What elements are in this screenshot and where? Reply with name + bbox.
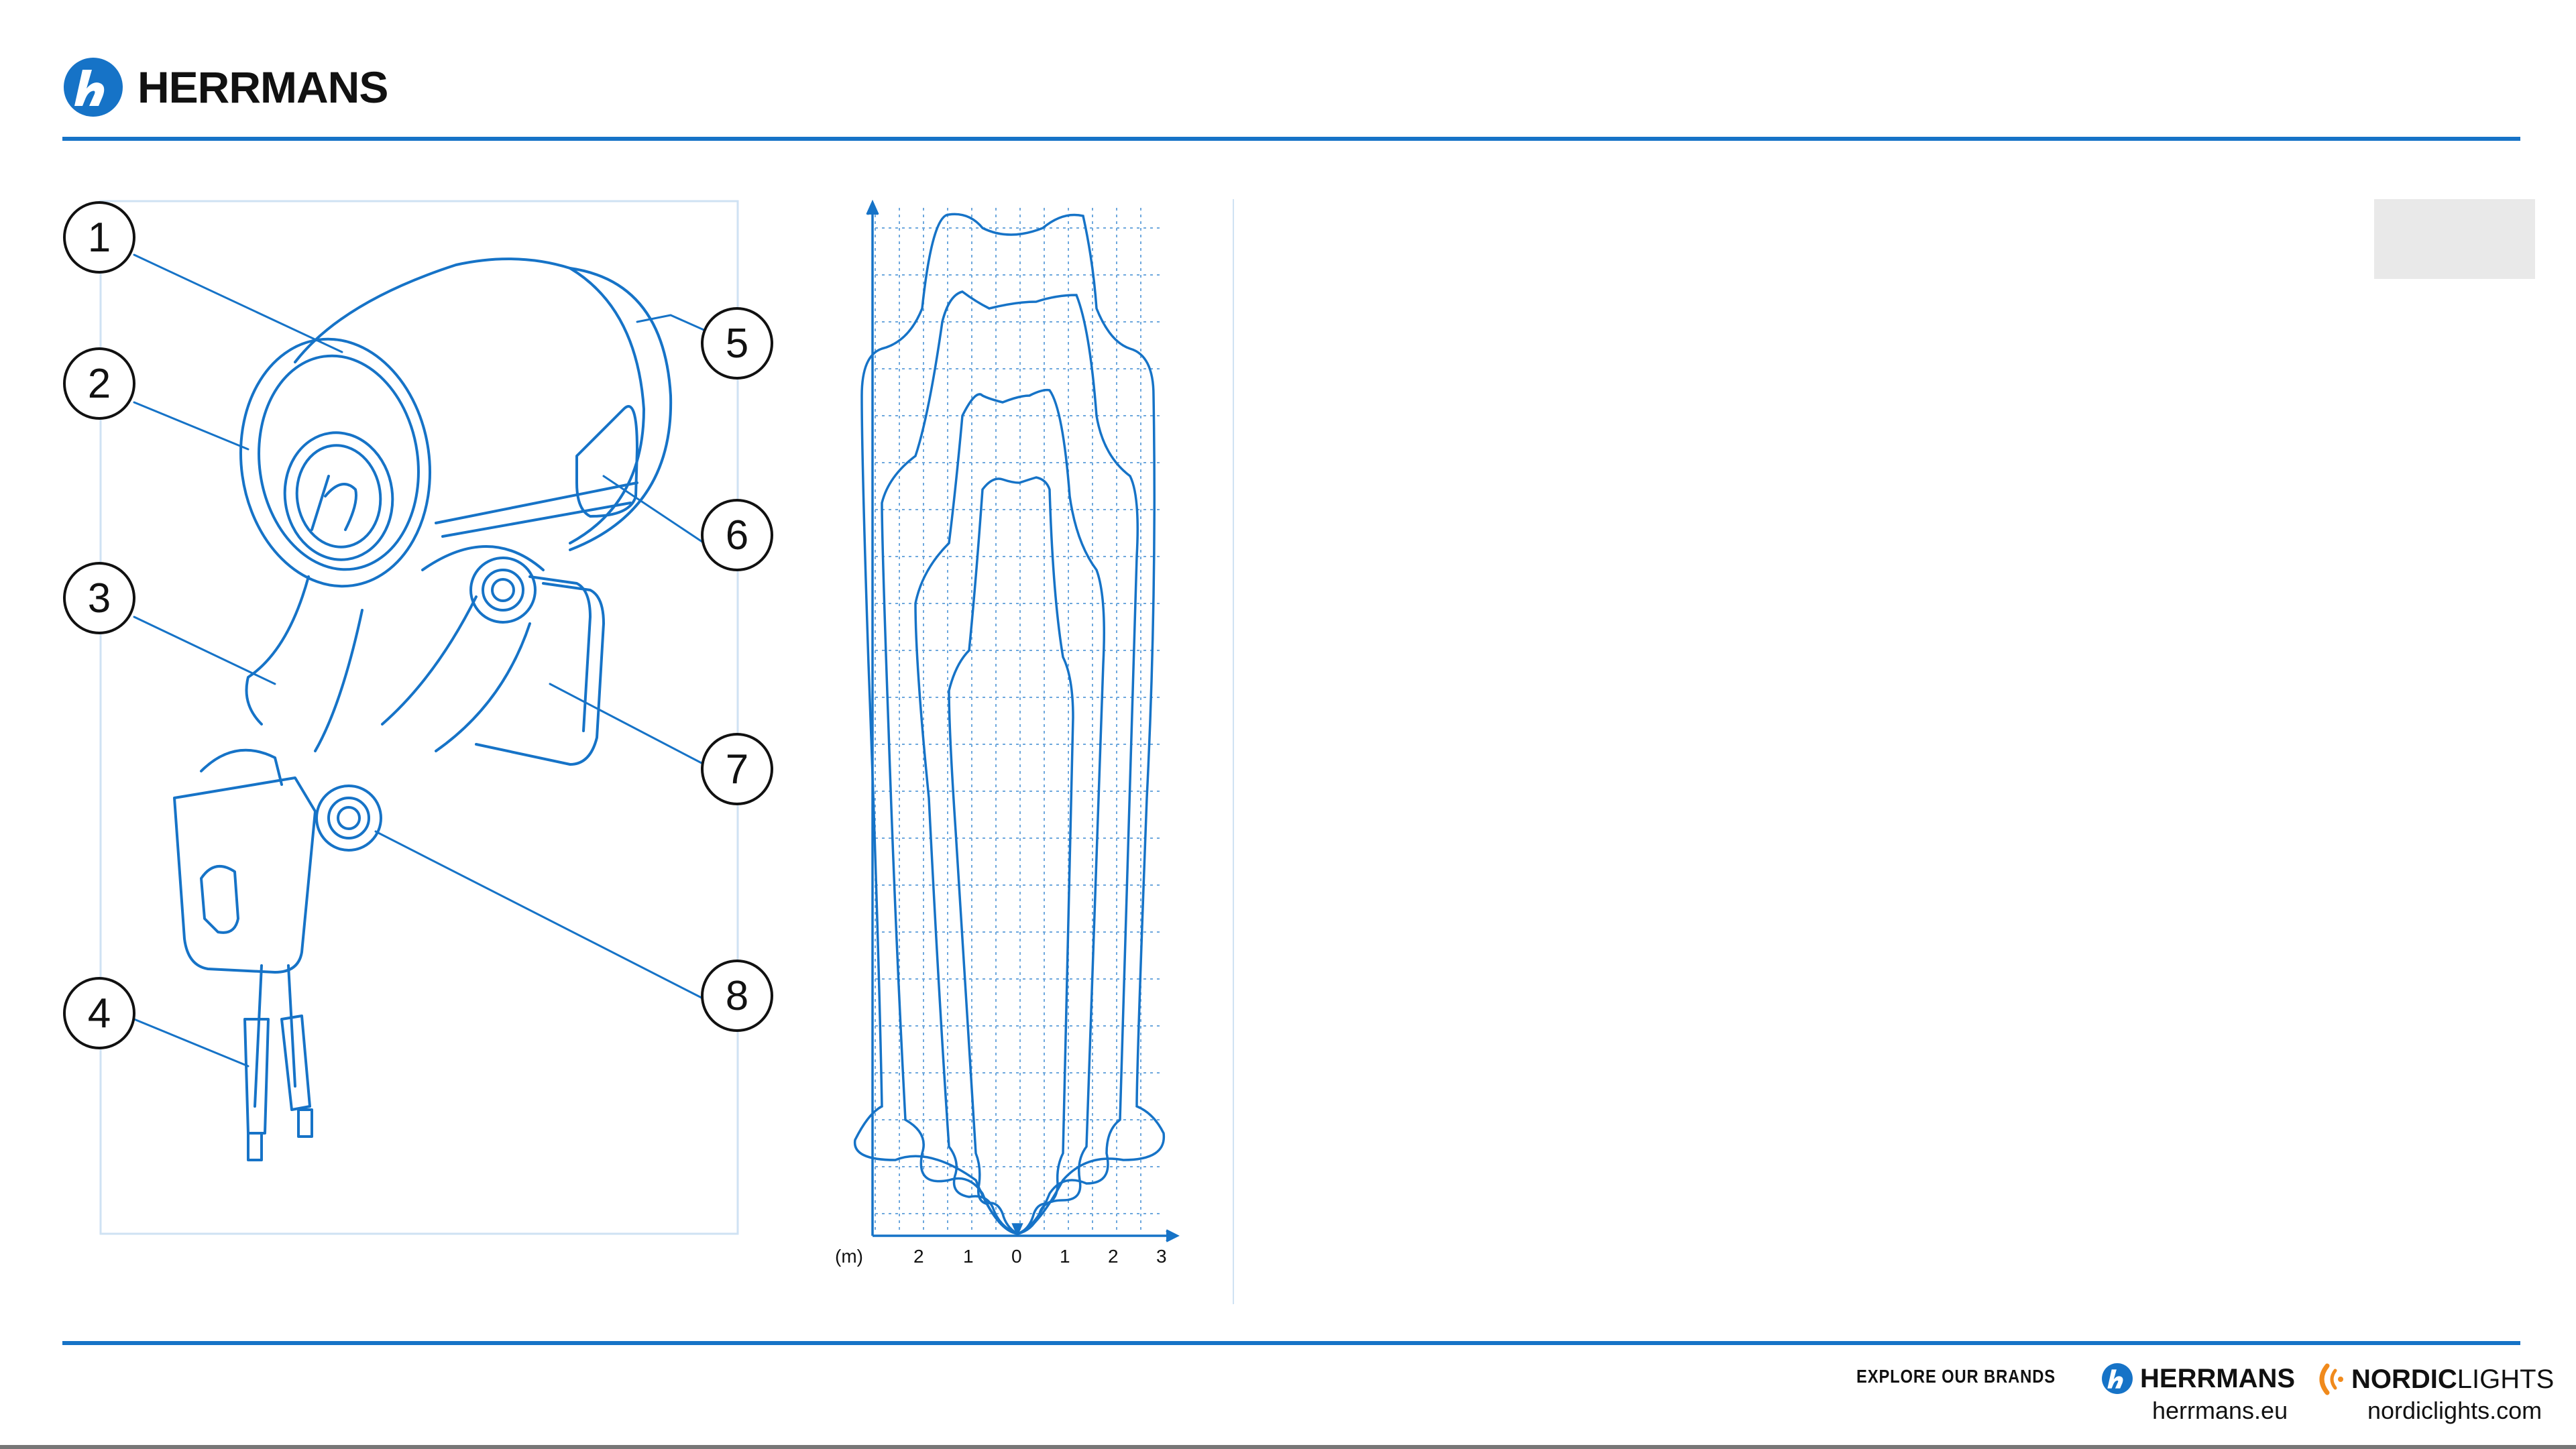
product-diagram	[60, 194, 798, 1240]
herrmans-brand-link[interactable]: HERRMANS	[2101, 1363, 2295, 1395]
grey-tab	[2374, 199, 2535, 279]
herrmans-footer-name: HERRMANS	[2140, 1363, 2296, 1393]
beam-pattern-chart	[853, 199, 1180, 1242]
herrmans-logo-icon	[64, 58, 123, 117]
beam-axes	[866, 199, 1180, 1242]
header-brand[interactable]: HERRMANS	[62, 56, 388, 118]
beam-unit-label: (m)	[835, 1246, 863, 1267]
callout-2: 2	[63, 347, 135, 420]
x-tick-label: 2	[1108, 1246, 1119, 1267]
panel-divider	[1233, 199, 1234, 1304]
callout-8: 8	[701, 960, 773, 1032]
x-tick-label: 1	[1060, 1246, 1070, 1267]
headlight-drawing	[99, 200, 739, 1235]
callout-7: 7	[701, 733, 773, 805]
beam-pattern	[842, 194, 1204, 1254]
herrmans-url[interactable]: herrmans.eu	[2152, 1397, 2288, 1425]
footer-rule	[62, 1341, 2520, 1345]
beam-contours	[853, 213, 1166, 1235]
callout-6: 6	[701, 499, 773, 571]
nordiclights-logo-icon	[2319, 1363, 2343, 1395]
nordiclights-url[interactable]: nordiclights.com	[2367, 1397, 2542, 1425]
callout-4: 4	[63, 977, 135, 1049]
callout-3: 3	[63, 562, 135, 634]
explore-brands-label: EXPLORE OUR BRANDS	[1856, 1366, 2056, 1387]
brand-name: HERRMANS	[137, 62, 388, 112]
x-tick-label: 2	[913, 1246, 924, 1267]
x-tick-label: 0	[1011, 1246, 1022, 1267]
herrmans-logo-icon	[2102, 1363, 2133, 1394]
x-tick-label: 3	[1156, 1246, 1167, 1267]
nordiclights-footer-name-bold: NORDIC	[2351, 1364, 2457, 1394]
nordiclights-brand-link[interactable]: NORDIC LIGHTS	[2314, 1363, 2554, 1396]
bottom-edge-bar	[0, 1445, 2576, 1449]
callout-5: 5	[701, 307, 773, 380]
header-rule	[62, 137, 2520, 141]
x-tick-label: 1	[963, 1246, 974, 1267]
nordiclights-footer-name-light: LIGHTS	[2457, 1364, 2555, 1394]
callout-1: 1	[63, 201, 135, 274]
